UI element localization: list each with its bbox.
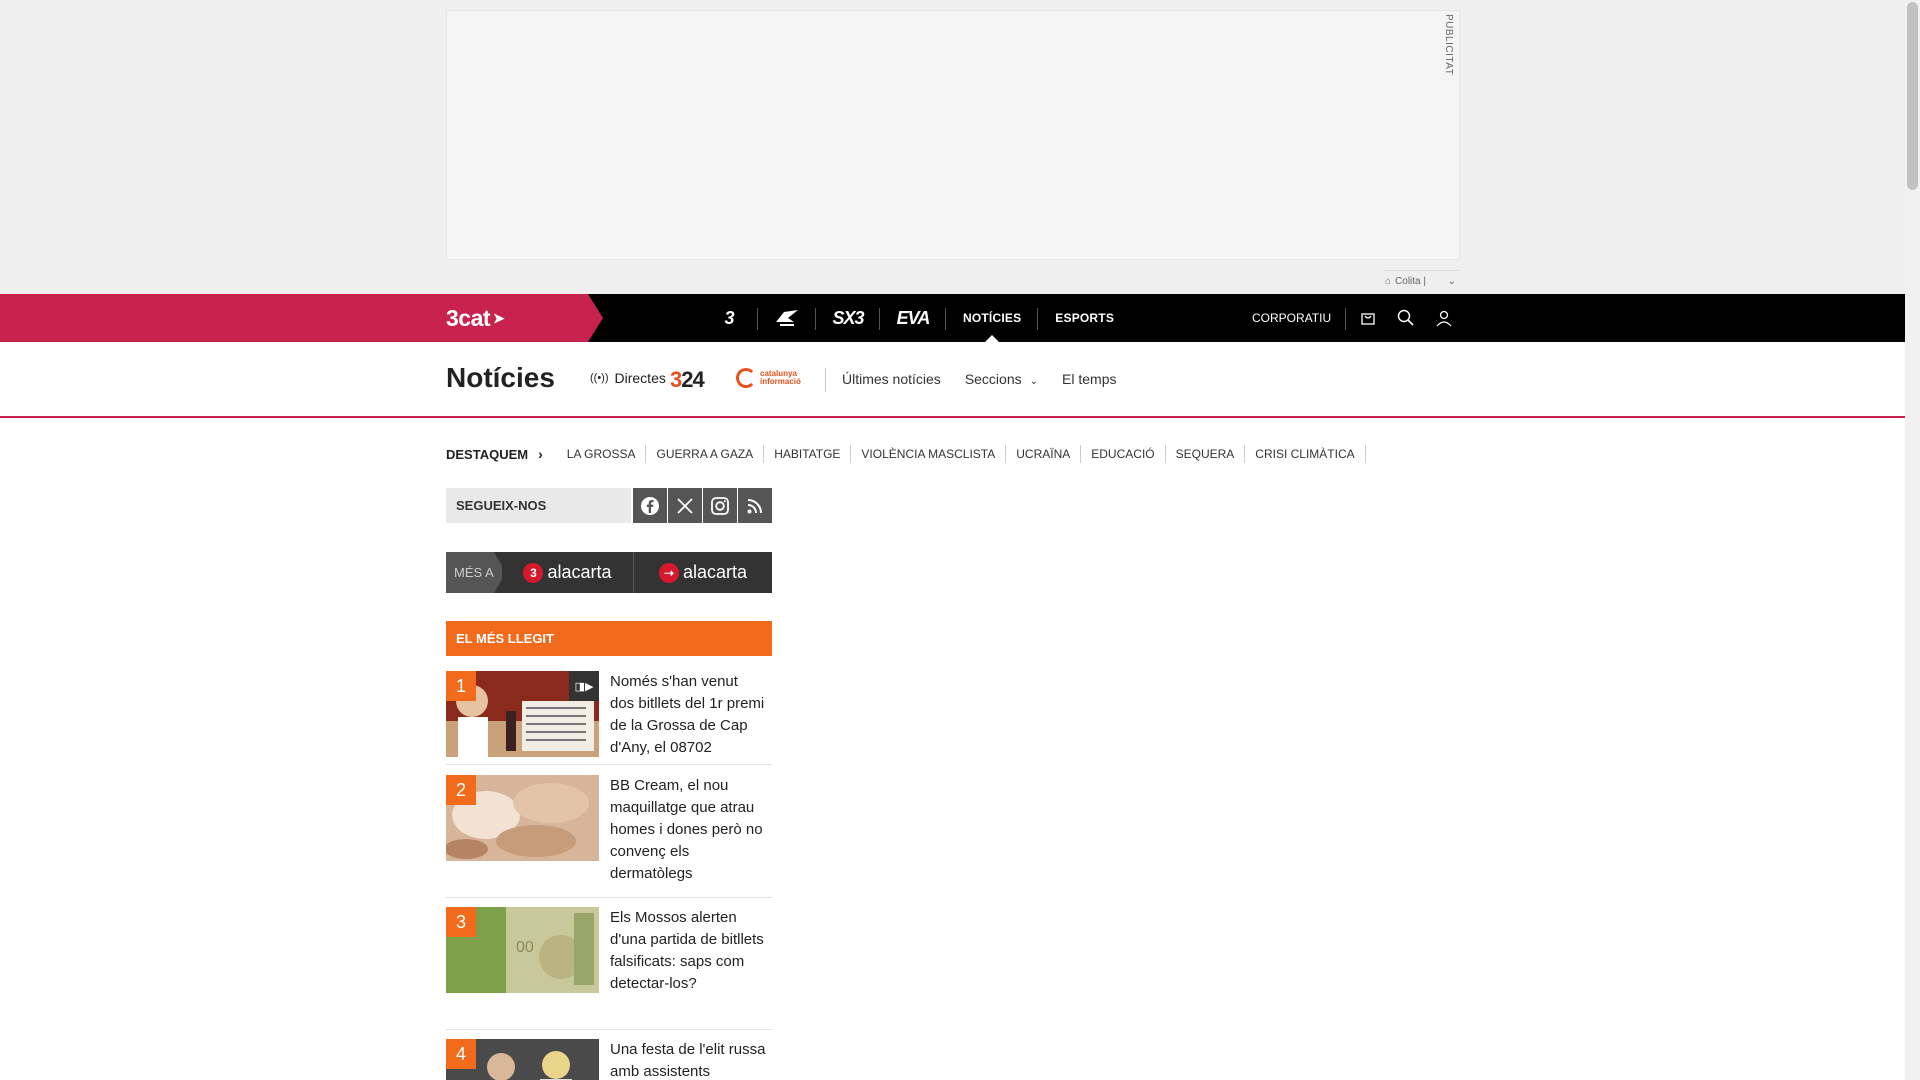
rank-number: 4 xyxy=(446,1039,476,1069)
arrow-icon: ➤ xyxy=(493,310,505,326)
channel-nav: 3 SX3 EVA NOTÍCIES ESPORTS xyxy=(700,294,1131,342)
destaquem-label: DESTAQUEM › xyxy=(446,446,543,462)
nav-corporatiu[interactable]: CORPORATIU xyxy=(1252,294,1331,342)
tag-la-grossa[interactable]: LA GROSSA xyxy=(557,445,647,463)
mes-a-label: MÉS A xyxy=(446,552,502,593)
top-icons xyxy=(1355,294,1457,342)
rank-number: 2 xyxy=(446,775,476,805)
article-thumbnail[interactable]: 2 xyxy=(446,775,599,861)
nav-seccions[interactable]: Seccions ⌄ xyxy=(965,371,1038,387)
live-icon: ((•)) xyxy=(590,372,609,384)
channel-sx3[interactable]: SX3 xyxy=(816,294,880,342)
rank-number: 1 xyxy=(446,671,476,701)
ad-colita[interactable]: ⌂ Colita | ⌄ xyxy=(1383,270,1460,292)
list-item[interactable]: 2 BB Cream, el nou maquillatge que atrau… xyxy=(446,766,772,898)
follow-label: SEGUEIX-NOS xyxy=(446,488,632,523)
eva-logo-icon: EVA xyxy=(896,307,931,328)
brand-logo[interactable]: 3cat ➤ xyxy=(446,305,505,332)
nav-noticies[interactable]: NOTÍCIES xyxy=(946,294,1039,342)
channel-catradio[interactable] xyxy=(758,294,816,342)
article-thumbnail[interactable]: 1 ◨▶ xyxy=(446,671,599,757)
tag-icon: ⌂ xyxy=(1385,276,1392,287)
search-icon[interactable] xyxy=(1393,305,1419,331)
tag-habitatge[interactable]: HABITATGE xyxy=(764,445,852,463)
list-item[interactable]: 1 ◨▶ Només s'han venut dos bitllets del … xyxy=(446,662,772,765)
scrollbar-thumb[interactable] xyxy=(1907,2,1918,190)
tag-ucraina[interactable]: UCRAÏNA xyxy=(1006,445,1082,463)
sx3-logo-icon: SX3 xyxy=(832,307,864,328)
most-read-title: EL MÉS LLEGIT xyxy=(446,621,772,656)
article-thumbnail[interactable]: 4 xyxy=(446,1039,599,1080)
tag-guerra-a-gaza[interactable]: GUERRA A GAZA xyxy=(646,445,765,463)
catradio-alacarta-link[interactable]: ➝ alacarta xyxy=(634,552,772,593)
scrollbar[interactable] xyxy=(1905,0,1920,1080)
tv3-alacarta-link[interactable]: 3 alacarta xyxy=(502,552,634,593)
alacarta-widget: MÉS A 3 alacarta ➝ alacarta xyxy=(446,552,772,593)
list-item[interactable]: 00 3 Els Mossos alerten d'una partida de… xyxy=(446,898,772,1030)
section-header: Notícies ((•)) Directes 324 catalunya in… xyxy=(0,342,1905,418)
tag-sequera[interactable]: SEQUERA xyxy=(1166,445,1246,463)
top-bar: 3cat ➤ 3 SX3 EVA NOTÍCIES ESPORTS CORPOR… xyxy=(0,294,1905,342)
tag-crisi-climatica[interactable]: CRISI CLIMÀTICA xyxy=(1245,445,1366,463)
article-title[interactable]: Només s'han venut dos bitllets del 1r pr… xyxy=(610,671,766,759)
catradio-icon: ➝ xyxy=(658,562,679,583)
rank-number: 3 xyxy=(446,907,476,937)
channel-eva[interactable]: EVA xyxy=(880,294,946,342)
follow-widget: SEGUEIX-NOS xyxy=(446,488,772,523)
rss-icon[interactable] xyxy=(738,488,772,523)
logo-324[interactable]: 324 xyxy=(670,367,705,393)
colita-label: Colita | xyxy=(1395,276,1426,287)
play-icon: ◨▶ xyxy=(569,671,599,701)
chevron-down-icon: ⌄ xyxy=(1029,376,1039,387)
user-icon[interactable] xyxy=(1431,305,1457,331)
x-icon[interactable] xyxy=(668,488,703,523)
tv3-icon: 3 xyxy=(523,562,544,583)
section-nav: Últimes notícies Seccions ⌄ El temps xyxy=(842,371,1116,387)
tag-violencia-masclista[interactable]: VIOLÈNCIA MASCLISTA xyxy=(851,445,1007,463)
article-title[interactable]: Els Mossos alerten d'una partida de bitl… xyxy=(610,907,766,995)
tv3-logo-icon: 3 xyxy=(724,307,734,328)
divider xyxy=(1345,308,1346,330)
nav-el-temps[interactable]: El temps xyxy=(1062,371,1116,387)
divider xyxy=(825,368,826,392)
bag-icon[interactable] xyxy=(1355,305,1381,331)
destaquem-bar: DESTAQUEM › LA GROSSA GUERRA A GAZA HABI… xyxy=(446,445,1366,463)
catradio-logo-icon xyxy=(776,310,798,326)
chevron-down-icon: ⌄ xyxy=(1447,276,1456,287)
list-item[interactable]: 4 Una festa de l'elit russa amb assisten… xyxy=(446,1030,772,1080)
tag-educacio[interactable]: EDUCACIÓ xyxy=(1081,445,1166,463)
logo-catalunya-informacio[interactable]: catalunya informació xyxy=(736,368,824,388)
article-title[interactable]: BB Cream, el nou maquillatge que atrau h… xyxy=(610,775,766,885)
page-title[interactable]: Notícies xyxy=(446,362,555,394)
brand-band: 3cat ➤ xyxy=(0,294,603,342)
directes-link[interactable]: ((•)) Directes xyxy=(590,370,666,386)
ci-logo-icon xyxy=(736,368,756,388)
nav-esports[interactable]: ESPORTS xyxy=(1038,294,1131,342)
ad-label: PUBLICITAT xyxy=(1443,14,1454,76)
ad-area: PUBLICITAT ⌂ Colita | ⌄ xyxy=(0,0,1905,294)
instagram-icon[interactable] xyxy=(703,488,738,523)
facebook-icon[interactable] xyxy=(633,488,668,523)
chevron-right-icon: › xyxy=(538,446,543,462)
channel-tv3[interactable]: 3 xyxy=(700,294,758,342)
ad-banner[interactable] xyxy=(446,10,1460,260)
nav-ultimes-noticies[interactable]: Últimes notícies xyxy=(842,371,941,387)
svg-text:00: 00 xyxy=(516,939,534,956)
article-thumbnail[interactable]: 00 3 xyxy=(446,907,599,993)
article-title[interactable]: Una festa de l'elit russa amb assistents xyxy=(610,1039,766,1080)
